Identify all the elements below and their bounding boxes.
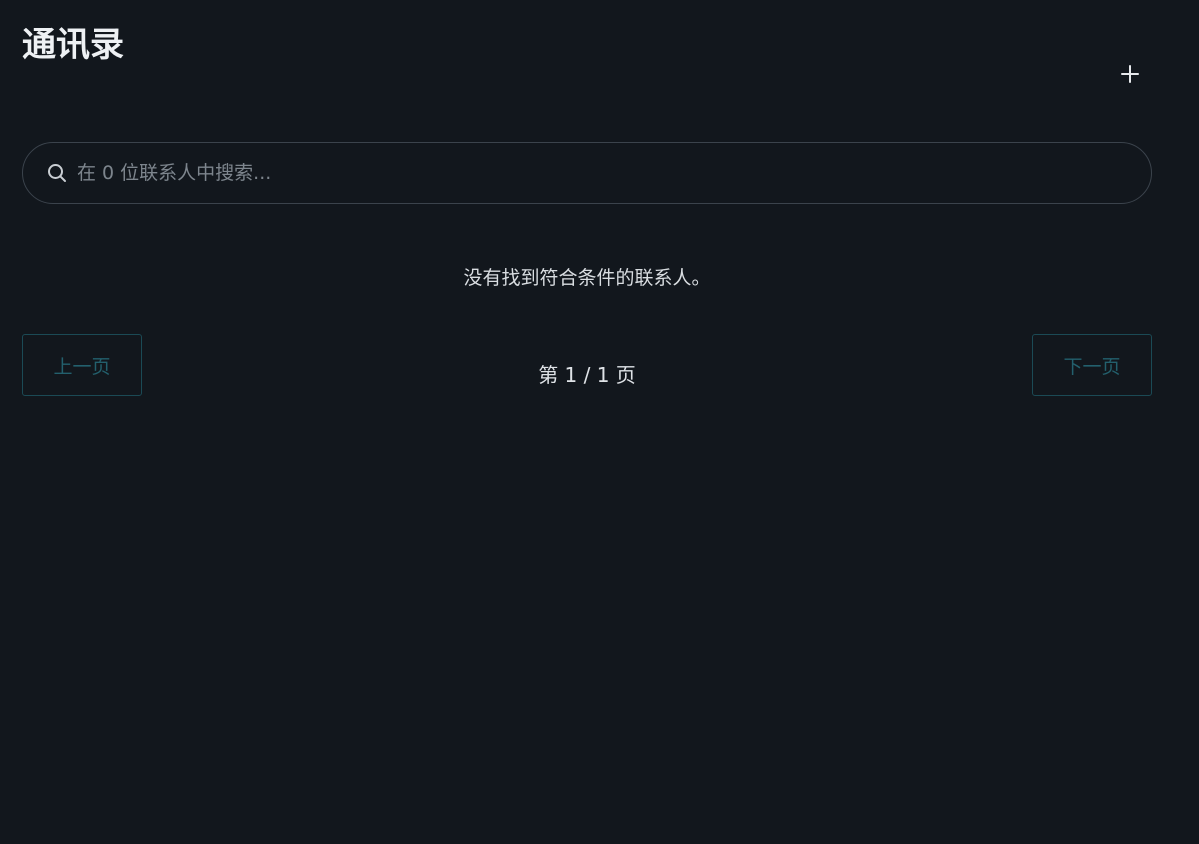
plus-icon (1121, 65, 1139, 83)
search-input[interactable] (77, 143, 1127, 203)
page-title: 通讯录 (22, 25, 124, 65)
empty-state-message: 没有找到符合条件的联系人。 (463, 267, 711, 289)
add-contact-button[interactable] (1112, 56, 1148, 92)
next-page-button[interactable]: 下一页 (1032, 334, 1152, 396)
search-bar (22, 142, 1152, 204)
page-indicator: 第 1 / 1 页 (538, 363, 636, 387)
contacts-page: 通讯录 没有找到符合条件的联系人。 上一页 第 1 / 1 页 下一页 (0, 0, 1199, 844)
search-icon (47, 163, 67, 183)
